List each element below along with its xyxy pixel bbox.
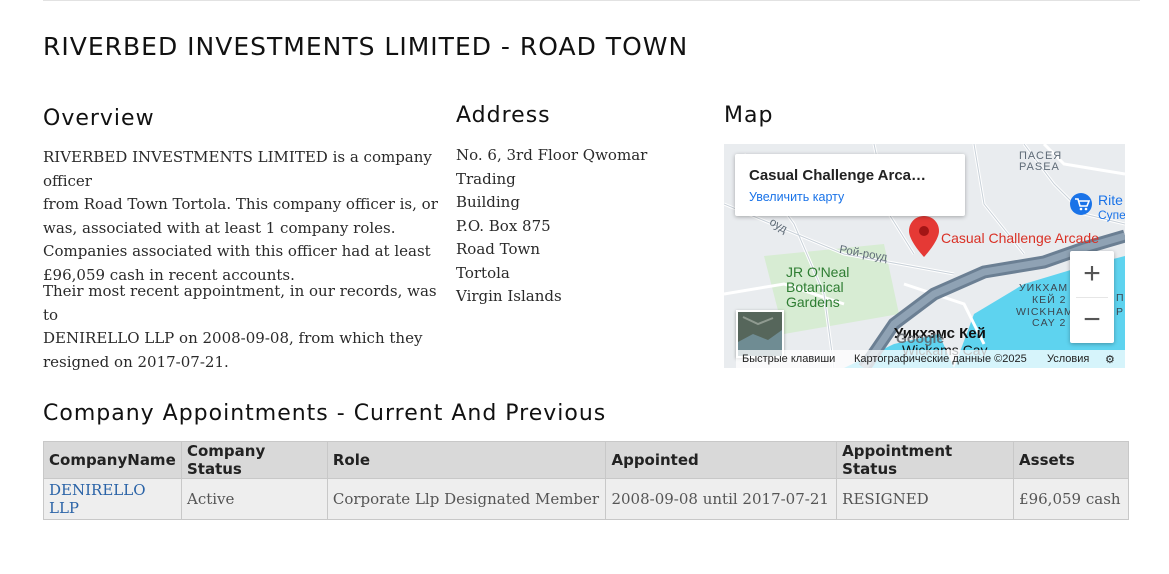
map-attribution-bar: Быстрые клавиши Картографические данные …	[724, 350, 1125, 368]
column-header-company-name: CompanyName	[43, 441, 182, 479]
address-line: P.O. Box 875	[456, 216, 551, 235]
address-line: Road Town	[456, 240, 541, 258]
company-link[interactable]: DENIRELLO LLP	[49, 481, 146, 517]
map-label-pasea-en: PASEA	[1019, 161, 1060, 173]
column-header-appointed: Appointed	[605, 441, 838, 479]
column-header-assets: Assets	[1013, 441, 1129, 479]
cell-assets: £96,059 cash	[1013, 478, 1129, 520]
embedded-map[interactable]: ПАСЕЯ PASEA Rite Супе Casual Challenge A…	[724, 144, 1125, 368]
map-label-botanical-2: Botanical	[786, 279, 844, 295]
overview-line: was, associated with at least 1 company …	[43, 218, 396, 237]
table-row: DENIRELLO LLP Active Corporate Llp Desig…	[43, 478, 1129, 520]
terms-link[interactable]: Условия	[1047, 353, 1089, 365]
map-place-card: Casual Challenge Arca… Увеличить карту	[735, 154, 965, 216]
overview-line: Their most recent appointment, in our re…	[43, 282, 437, 324]
table-header-row: CompanyName Company Status Role Appointe…	[43, 441, 1129, 479]
appointments-heading: Company Appointments - Current And Previ…	[43, 401, 607, 426]
column-header-role: Role	[326, 441, 607, 479]
map-label-botanical-3: Gardens	[786, 294, 840, 310]
map-label-r-fragment: Р	[1116, 306, 1124, 318]
report-bug-icon[interactable]: ⚙	[1105, 353, 1115, 366]
cell-appointed: 2008-09-08 until 2017-07-21	[605, 478, 838, 520]
address-line: No. 6, 3rd Floor Qwomar Trading	[456, 146, 648, 188]
address-line: Building	[456, 193, 520, 211]
cell-role: Corporate Llp Designated Member	[326, 478, 607, 520]
top-divider	[43, 0, 1140, 1]
shop-cart-icon[interactable]	[1070, 193, 1092, 215]
map-label-place[interactable]: Casual Challenge Arcade	[941, 230, 1099, 246]
enlarge-map-link[interactable]: Увеличить карту	[749, 190, 844, 204]
map-label-p-fragment: П	[1116, 292, 1124, 304]
appointments-table: CompanyName Company Status Role Appointe…	[43, 441, 1129, 520]
zoom-in-button[interactable]: +	[1070, 251, 1114, 297]
map-card-title: Casual Challenge Arca…	[749, 167, 927, 184]
map-label-rite: Rite	[1098, 192, 1123, 208]
address-block: No. 6, 3rd Floor Qwomar Trading Building…	[456, 144, 706, 309]
map-heading: Map	[724, 103, 774, 128]
cell-company-name: DENIRELLO LLP	[43, 478, 182, 520]
map-label-wickhams-ru-2: КЕЙ 2	[1032, 294, 1067, 306]
overview-paragraph-1: RIVERBED INVESTMENTS LIMITED is a compan…	[43, 146, 443, 287]
keyboard-shortcuts-link[interactable]: Быстрые клавиши	[742, 353, 835, 365]
column-header-company-status: Company Status	[180, 441, 328, 479]
cell-appointment-status: RESIGNED	[836, 478, 1015, 520]
address-heading: Address	[456, 103, 551, 128]
overview-line: resigned on 2017-07-21.	[43, 352, 229, 371]
zoom-out-button[interactable]: −	[1070, 297, 1114, 343]
zoom-controls: + −	[1070, 251, 1114, 343]
cell-company-status: Active	[180, 478, 328, 520]
overview-line: DENIRELLO LLP on 2008-09-08, from which …	[43, 329, 423, 347]
overview-line: Companies associated with this officer h…	[43, 242, 431, 260]
map-label-wickhams-ru-1: УИКХАМ	[1019, 282, 1069, 294]
map-label-botanical-1: JR O'Neal	[786, 264, 850, 280]
column-header-appointment-status: Appointment Status	[836, 441, 1015, 479]
overview-heading: Overview	[43, 106, 155, 131]
address-line: Tortola	[456, 263, 510, 282]
overview-line: from Road Town Tortola. This company off…	[43, 195, 438, 213]
page: RIVERBED INVESTMENTS LIMITED - ROAD TOWN…	[0, 0, 1169, 574]
overview-line: RIVERBED INVESTMENTS LIMITED is a compan…	[43, 148, 432, 190]
address-line: Virgin Islands	[456, 287, 562, 305]
overview-paragraph-2: Their most recent appointment, in our re…	[43, 280, 443, 374]
google-logo[interactable]: Google	[896, 330, 944, 346]
map-label-wickhams-en-2: CAY 2	[1032, 317, 1067, 329]
map-data-text: Картографические данные ©2025	[854, 353, 1027, 365]
page-title: RIVERBED INVESTMENTS LIMITED - ROAD TOWN	[43, 32, 689, 61]
map-label-supe: Супе	[1098, 208, 1125, 222]
